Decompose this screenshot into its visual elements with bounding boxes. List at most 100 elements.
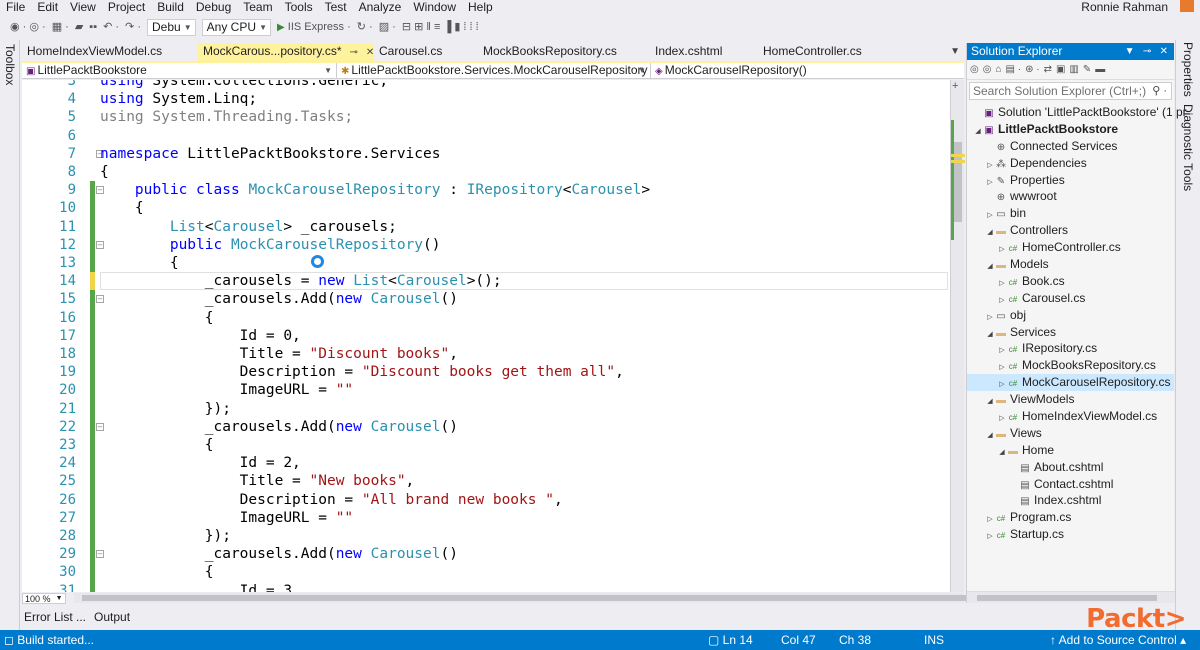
tree-item[interactable]: ▣ Solution 'LittlePacktBookstore' (1 pr xyxy=(967,104,1186,121)
code-line[interactable]: 23 { xyxy=(22,436,950,455)
code-line[interactable]: 19 Description = "Discount books get the… xyxy=(22,363,950,382)
account-name[interactable]: Ronnie Rahman xyxy=(1081,0,1168,14)
menu-edit[interactable]: Edit xyxy=(31,0,64,14)
tree-item[interactable]: ◢ ▬ Services xyxy=(967,324,1174,341)
column-indicator[interactable]: Col 47 xyxy=(781,630,816,650)
tree-item[interactable]: ▷ c# Carousel.cs xyxy=(967,290,1174,307)
tree-item[interactable]: ▷ ▭ bin xyxy=(967,205,1174,222)
code-line[interactable]: 28 }); xyxy=(22,527,950,546)
code-line[interactable]: 13 { xyxy=(22,254,950,273)
tab-index-cshtml[interactable]: Index.cshtml xyxy=(650,43,758,61)
code-line[interactable]: 9− public class MockCarouselRepository :… xyxy=(22,181,950,200)
collapsed-arrow-icon[interactable]: ▷ xyxy=(985,529,995,546)
tree-item[interactable]: ◢ ▬ Models xyxy=(967,256,1174,273)
code-text[interactable]: }); xyxy=(100,400,231,418)
code-text[interactable]: }); xyxy=(100,527,231,545)
code-text[interactable]: { xyxy=(100,163,109,181)
code-line[interactable]: 7− namespace LittlePacktBookstore.Service… xyxy=(22,145,950,163)
format-icons[interactable]: ⊟ ⊞ ‖ ≡ ▐ ▮ ⁞ ⁞ ⁞ xyxy=(402,18,479,36)
menu-window[interactable]: Window xyxy=(407,0,462,14)
code-text[interactable]: public MockCarouselRepository() xyxy=(100,236,441,254)
line-indicator[interactable]: ▢ Ln 14 xyxy=(708,630,753,650)
tab-carousel[interactable]: Carousel.cs xyxy=(374,43,478,61)
code-line[interactable]: 4 using System.Linq; xyxy=(22,90,950,108)
collapse-all-icon[interactable]: ▣ xyxy=(1056,64,1065,75)
tree-item[interactable]: ◢ ▬ Views xyxy=(967,425,1174,442)
refresh-icon[interactable]: ↻ · xyxy=(357,18,373,36)
editor-horizontal-scrollbar[interactable] xyxy=(73,593,982,603)
solution-explorer-title[interactable]: Solution Explorer ▼ ⊸ ✕ xyxy=(967,43,1174,60)
tree-item[interactable]: ▷ ⁂ Dependencies xyxy=(967,155,1174,172)
tab-error-list[interactable]: Error List ... xyxy=(22,608,88,626)
insert-mode-indicator[interactable]: INS xyxy=(924,630,944,650)
tree-item[interactable]: ⊕ Connected Services xyxy=(967,138,1174,155)
code-text[interactable]: _carousels = new List<Carousel>(); xyxy=(100,272,502,290)
pin-icon[interactable]: ⊸ xyxy=(350,47,358,58)
code-text[interactable]: public class MockCarouselRepository : IR… xyxy=(100,181,650,199)
scroll-thumb[interactable] xyxy=(81,595,982,601)
menu-debug[interactable]: Debug xyxy=(190,0,237,14)
tab-homecontroller[interactable]: HomeController.cs xyxy=(758,43,918,61)
tree-item[interactable]: ▷ c# IRepository.cs xyxy=(967,340,1174,357)
tree-item[interactable]: ▷ c# HomeController.cs xyxy=(967,239,1174,256)
tab-mockbooksrepository[interactable]: MockBooksRepository.cs xyxy=(478,43,650,61)
search-icon[interactable]: ⚲ · xyxy=(1152,83,1167,99)
code-text[interactable]: _carousels.Add(new Carousel() xyxy=(100,545,458,563)
switch-views-icon[interactable]: ▤ · xyxy=(1006,64,1022,75)
tree-item[interactable]: ▤ Contact.cshtml xyxy=(967,476,1174,493)
save-icon[interactable]: ▪▪ xyxy=(89,18,97,36)
tab-mockcarouselrepository[interactable]: MockCarous...pository.cs* ⊸ ✕ xyxy=(198,43,374,61)
preview-icon[interactable]: ▬ xyxy=(1095,64,1105,75)
code-text[interactable]: using System.Linq; xyxy=(100,90,257,108)
tree-item[interactable]: ▷ c# MockBooksRepository.cs xyxy=(967,357,1174,374)
code-text[interactable]: Description = "Discount books get them a… xyxy=(100,363,624,381)
code-text[interactable]: Title = "New books", xyxy=(100,472,415,490)
char-indicator[interactable]: Ch 38 xyxy=(839,630,871,650)
tree-item[interactable]: ▷ c# Program.cs xyxy=(967,509,1174,526)
back-forward-icon[interactable]: ◉ · ◎ · xyxy=(10,18,46,36)
type-dropdown[interactable]: ✱ LittlePacktBookstore.Services.MockCarou… xyxy=(337,63,651,79)
tree-item[interactable]: ▷ c# Startup.cs xyxy=(967,526,1174,543)
tree-item[interactable]: ◢ ▣ LittlePacktBookstore xyxy=(967,121,1174,138)
code-line[interactable]: 30 { xyxy=(22,563,950,582)
tree-item[interactable]: ◢ ▬ Controllers xyxy=(967,222,1174,239)
menu-file[interactable]: File xyxy=(0,0,31,14)
member-dropdown[interactable]: ◈ MockCarouselRepository() xyxy=(651,63,964,79)
solution-configuration-select[interactable]: Debu ▼ xyxy=(146,18,196,36)
code-text[interactable]: ImageURL = "" xyxy=(100,509,354,527)
tree-item[interactable]: ◢ ▬ Home xyxy=(967,442,1174,459)
new-project-icon[interactable]: ▦ · xyxy=(52,18,69,36)
code-line[interactable]: 5 using System.Threading.Tasks; xyxy=(22,108,950,126)
code-line[interactable]: 17 Id = 0, xyxy=(22,326,950,345)
toolbox-strip[interactable]: Toolbox xyxy=(0,40,20,630)
project-dropdown[interactable]: ▣ LittlePacktBookstore ▼ xyxy=(22,63,337,79)
solution-platform-select[interactable]: Any CPU ▼ xyxy=(201,18,272,36)
editor-vertical-scrollbar[interactable]: + xyxy=(950,80,965,592)
code-line[interactable]: 18 Title = "Discount books", xyxy=(22,345,950,364)
code-text[interactable]: { xyxy=(100,199,144,217)
code-text[interactable]: Title = "Discount books", xyxy=(100,345,458,363)
code-line[interactable]: 10 { xyxy=(22,199,950,218)
code-text[interactable]: Description = "All brand new books ", xyxy=(100,491,563,509)
undo-icon[interactable]: ↶ · xyxy=(103,18,119,36)
scroll-thumb[interactable] xyxy=(977,595,1157,601)
code-text[interactable]: { xyxy=(100,436,214,454)
code-line[interactable]: 15− _carousels.Add(new Carousel() xyxy=(22,290,950,309)
menu-analyze[interactable]: Analyze xyxy=(353,0,408,14)
code-line[interactable]: 26 Description = "All brand new books ", xyxy=(22,490,950,509)
run-button[interactable]: ▶ IIS Express · xyxy=(277,18,351,37)
forward-icon[interactable]: ◎ xyxy=(983,64,992,75)
code-text[interactable]: Id = 0, xyxy=(100,327,301,345)
code-editor[interactable]: 3 using System.Collections.Generic; 4 using… xyxy=(22,80,950,592)
feedback-icon[interactable] xyxy=(1180,0,1194,12)
code-text[interactable]: namespace LittlePacktBookstore.Services xyxy=(100,145,440,163)
tree-item[interactable]: ▤ Index.cshtml xyxy=(967,492,1174,509)
code-text[interactable]: Id = 2, xyxy=(100,454,301,472)
toolbox-tab[interactable]: Toolbox xyxy=(3,44,17,85)
tab-homeindexviewmodel[interactable]: HomeIndexViewModel.cs xyxy=(22,43,198,61)
sync-icon[interactable]: ⇄ xyxy=(1044,64,1052,75)
back-icon[interactable]: ◎ xyxy=(970,64,979,75)
tree-item[interactable]: ▷ c# HomeIndexViewModel.cs xyxy=(967,408,1174,425)
properties-icon[interactable]: ✎ xyxy=(1083,64,1091,75)
code-line[interactable]: 8{ xyxy=(22,163,950,181)
